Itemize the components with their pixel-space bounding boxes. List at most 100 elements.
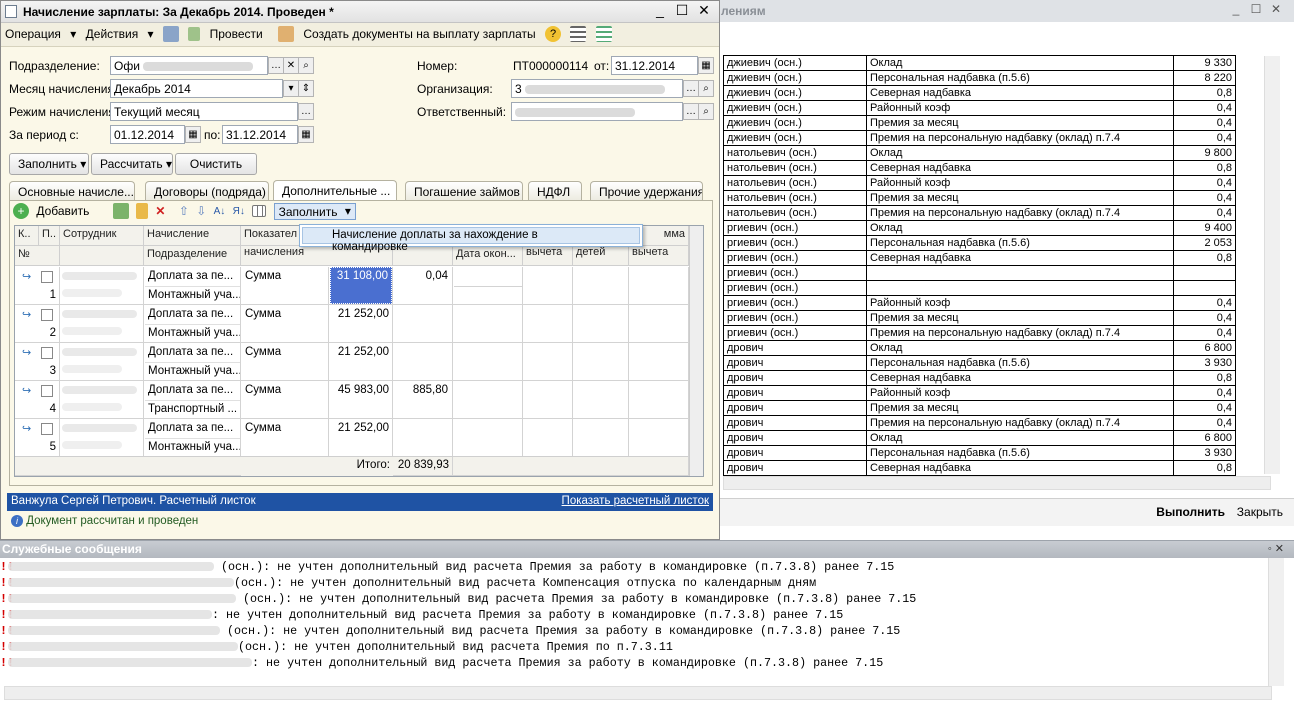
grid-cell[interactable] <box>523 305 573 343</box>
mode-field[interactable]: Текущий месяц <box>110 102 298 121</box>
month-dropdown-icon[interactable]: ▾ <box>283 80 299 97</box>
grid-cell[interactable] <box>629 343 689 381</box>
actions-menu[interactable]: Действия ▾ <box>86 27 154 42</box>
operation-menu[interactable]: Операция ▾ <box>5 27 76 42</box>
grid-cell[interactable] <box>523 381 573 419</box>
grid-header-deduct2[interactable]: вычета <box>629 246 689 266</box>
minimize-icon[interactable]: _ <box>1226 2 1246 16</box>
messages-horizontal-scrollbar[interactable] <box>4 686 1272 700</box>
post-button[interactable]: Провести <box>188 27 268 42</box>
grid-cell[interactable] <box>523 267 573 305</box>
calendar-icon[interactable]: ▦ <box>698 57 714 74</box>
create-payment-docs-button[interactable]: Создать документы на выплату зарплаты <box>303 27 535 41</box>
maximize-icon[interactable]: ☐ <box>1246 2 1266 16</box>
grid-cell[interactable] <box>629 267 689 305</box>
grid-header-deduct[interactable]: вычета <box>523 246 573 266</box>
sort-asc-icon[interactable]: A↓ <box>214 206 226 217</box>
close-button[interactable]: Закрыть <box>1237 505 1283 519</box>
fill-button[interactable]: Заполнить ▾ <box>9 153 89 175</box>
grid-header-accrual[interactable]: Начисление <box>144 226 241 246</box>
grid-cell[interactable] <box>523 343 573 381</box>
grid-cell[interactable] <box>573 343 629 381</box>
grid-cell[interactable] <box>453 305 523 343</box>
date-field[interactable]: 31.12.2014 <box>611 56 698 75</box>
move-up-icon[interactable]: ⇧ <box>179 204 189 218</box>
grid-header-children[interactable]: детей <box>573 246 629 266</box>
mode-select-button[interactable]: … <box>298 103 314 120</box>
grid-fill-button[interactable]: Заполнить ▾ <box>273 203 356 220</box>
move-down-icon[interactable]: ⇩ <box>196 204 206 218</box>
month-stepper[interactable]: ⇕ <box>298 80 314 97</box>
copy-row-icon[interactable] <box>112 203 129 220</box>
grid-header-department[interactable]: Подразделение <box>144 246 241 266</box>
department-select-button[interactable]: … <box>268 57 284 74</box>
grid-cell[interactable] <box>453 419 523 457</box>
close-icon[interactable]: ✕ <box>1266 2 1286 16</box>
calculate-button[interactable]: Рассчитать ▾ <box>91 153 173 175</box>
organization-field[interactable]: 3 <box>511 79 683 98</box>
help-icon[interactable]: ? <box>545 26 561 42</box>
run-button[interactable]: Выполнить <box>1156 505 1225 519</box>
grid-cell[interactable] <box>573 419 629 457</box>
close-icon[interactable]: ◦ ✕ <box>1268 542 1284 555</box>
grid-cell[interactable] <box>523 419 573 457</box>
grid-cell[interactable] <box>629 305 689 343</box>
messages-scrollbar[interactable] <box>1268 558 1284 686</box>
tab-main-accruals[interactable]: Основные начисле... <box>9 181 135 201</box>
grid-header-k[interactable]: К.. <box>15 226 39 246</box>
service-messages-title: Служебные сообщения <box>2 542 142 556</box>
tab-ndfl[interactable]: НДФЛ <box>528 181 582 201</box>
columns-icon[interactable] <box>252 205 267 218</box>
grid-header-employee2[interactable] <box>60 246 144 266</box>
results-horizontal-scrollbar[interactable] <box>723 476 1271 490</box>
organization-select-button[interactable]: … <box>683 80 699 97</box>
delete-icon[interactable]: ✕ <box>155 204 165 218</box>
responsible-search-icon[interactable]: ⌕ <box>698 103 714 120</box>
calendar-icon[interactable]: ▦ <box>185 126 201 143</box>
grid-cell[interactable] <box>573 267 629 305</box>
grid-cell[interactable] <box>629 381 689 419</box>
grid-cell[interactable] <box>573 381 629 419</box>
grid-cell[interactable] <box>629 419 689 457</box>
month-field[interactable]: Декабрь 2014 <box>110 79 283 98</box>
close-icon[interactable]: ✕ <box>693 2 715 19</box>
checklist-icon[interactable] <box>595 26 612 42</box>
grid-cell[interactable] <box>453 381 523 419</box>
show-payslip-link[interactable]: Показать расчетный листок <box>562 495 709 507</box>
results-scrollbar[interactable] <box>1264 56 1280 474</box>
calendar-icon[interactable]: ▦ <box>298 126 314 143</box>
list-icon[interactable] <box>570 26 587 42</box>
grid-cell[interactable] <box>573 305 629 343</box>
clear-button[interactable]: Очистить <box>175 153 257 175</box>
row-number: 2 <box>49 327 56 339</box>
sort-desc-icon[interactable]: Я↓ <box>233 206 245 217</box>
structure-icon[interactable] <box>278 26 295 42</box>
period-to-field[interactable]: 31.12.2014 <box>222 125 298 144</box>
period-from-field[interactable]: 01.12.2014 <box>110 125 185 144</box>
fill-dropdown-menu: Начисление доплаты за нахождение в коман… <box>299 224 643 253</box>
maximize-icon[interactable]: ☐ <box>671 2 693 19</box>
grid-header-employee[interactable]: Сотрудник <box>60 226 144 246</box>
department-field[interactable]: Офи <box>110 56 268 75</box>
grid-header-end-date[interactable]: Дата окон... <box>453 246 523 266</box>
grid-header-p[interactable]: П.. <box>39 226 60 246</box>
print-icon[interactable] <box>162 26 179 42</box>
menu-item-business-trip-surcharge[interactable]: Начисление доплаты за нахождение в коман… <box>302 227 640 253</box>
tab-additional[interactable]: Дополнительные ... <box>273 180 397 202</box>
organization-search-icon[interactable]: ⌕ <box>698 80 714 97</box>
edit-icon[interactable] <box>136 203 149 220</box>
department-search-icon[interactable]: ⌕ <box>298 57 314 74</box>
responsible-select-button[interactable]: … <box>683 103 699 120</box>
grid-cell[interactable] <box>453 343 523 381</box>
add-row-button[interactable]: + Добавить <box>13 203 93 220</box>
minimize-icon[interactable]: _ <box>649 2 671 18</box>
grid-header-no[interactable]: № <box>15 246 60 266</box>
extra-value-cell <box>394 306 451 325</box>
tab-loan-repayment[interactable]: Погашение займов <box>405 181 523 201</box>
department-clear-icon[interactable]: ✕ <box>283 57 299 74</box>
row-number: 3 <box>49 365 56 377</box>
tab-other-deductions[interactable]: Прочие удержания <box>590 181 703 201</box>
grid-scrollbar[interactable] <box>689 226 703 476</box>
tab-contracts[interactable]: Договоры (подряда) <box>145 181 269 201</box>
responsible-field[interactable] <box>511 102 683 121</box>
